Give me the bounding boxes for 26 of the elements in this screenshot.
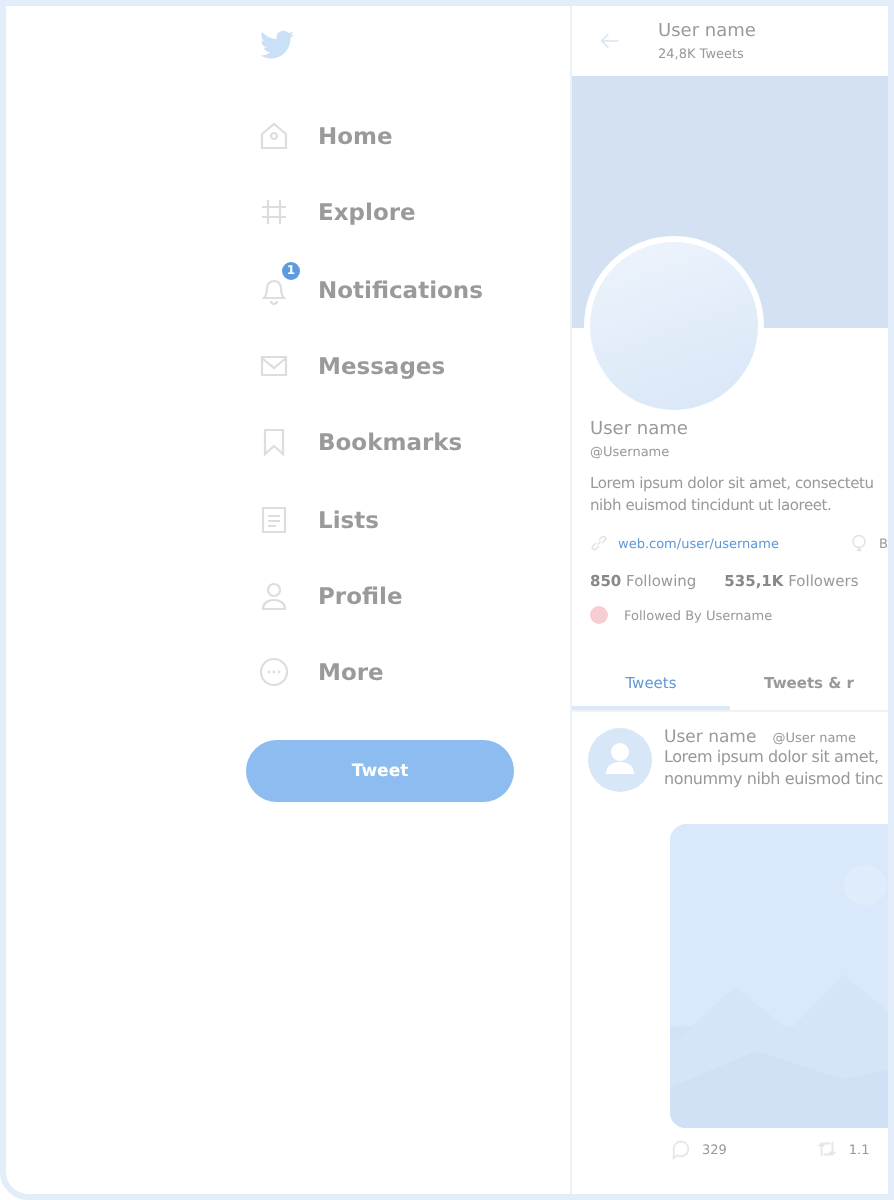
nav-item[interactable]: Profile	[250, 557, 570, 635]
nav-item[interactable]: Explore	[250, 174, 570, 252]
follower-avatar-icon	[590, 606, 608, 624]
nav-item[interactable]: Bookmarks	[250, 404, 570, 481]
user-avatar-icon	[588, 728, 652, 792]
more-icon	[258, 656, 290, 689]
reply-icon[interactable]	[670, 1138, 692, 1160]
home-icon	[258, 120, 290, 153]
list-icon	[258, 503, 290, 536]
nav-item[interactable]: More	[250, 634, 570, 711]
back-arrow-icon[interactable]	[600, 32, 620, 50]
profile-name: User name	[590, 420, 690, 440]
nav-item[interactable]: Lists	[250, 480, 570, 558]
nav-item[interactable]: Home	[250, 98, 570, 175]
person-icon	[258, 579, 290, 612]
nav-item[interactable]: Messages	[250, 327, 570, 405]
bookmark-icon	[258, 426, 290, 459]
tweet-button[interactable]: Tweet	[246, 740, 514, 803]
bird-logo-icon	[260, 30, 294, 60]
link-icon	[590, 534, 608, 552]
retweet-icon[interactable]	[816, 1138, 839, 1160]
tweet-text: Lorem ipsum dolor sit amet, nonummy nibh euismod tinc	[664, 748, 885, 790]
balloon-icon	[850, 534, 869, 552]
header-name: User name	[658, 21, 756, 41]
tweet-author: User name	[664, 728, 757, 748]
hashtag-icon	[258, 196, 290, 229]
